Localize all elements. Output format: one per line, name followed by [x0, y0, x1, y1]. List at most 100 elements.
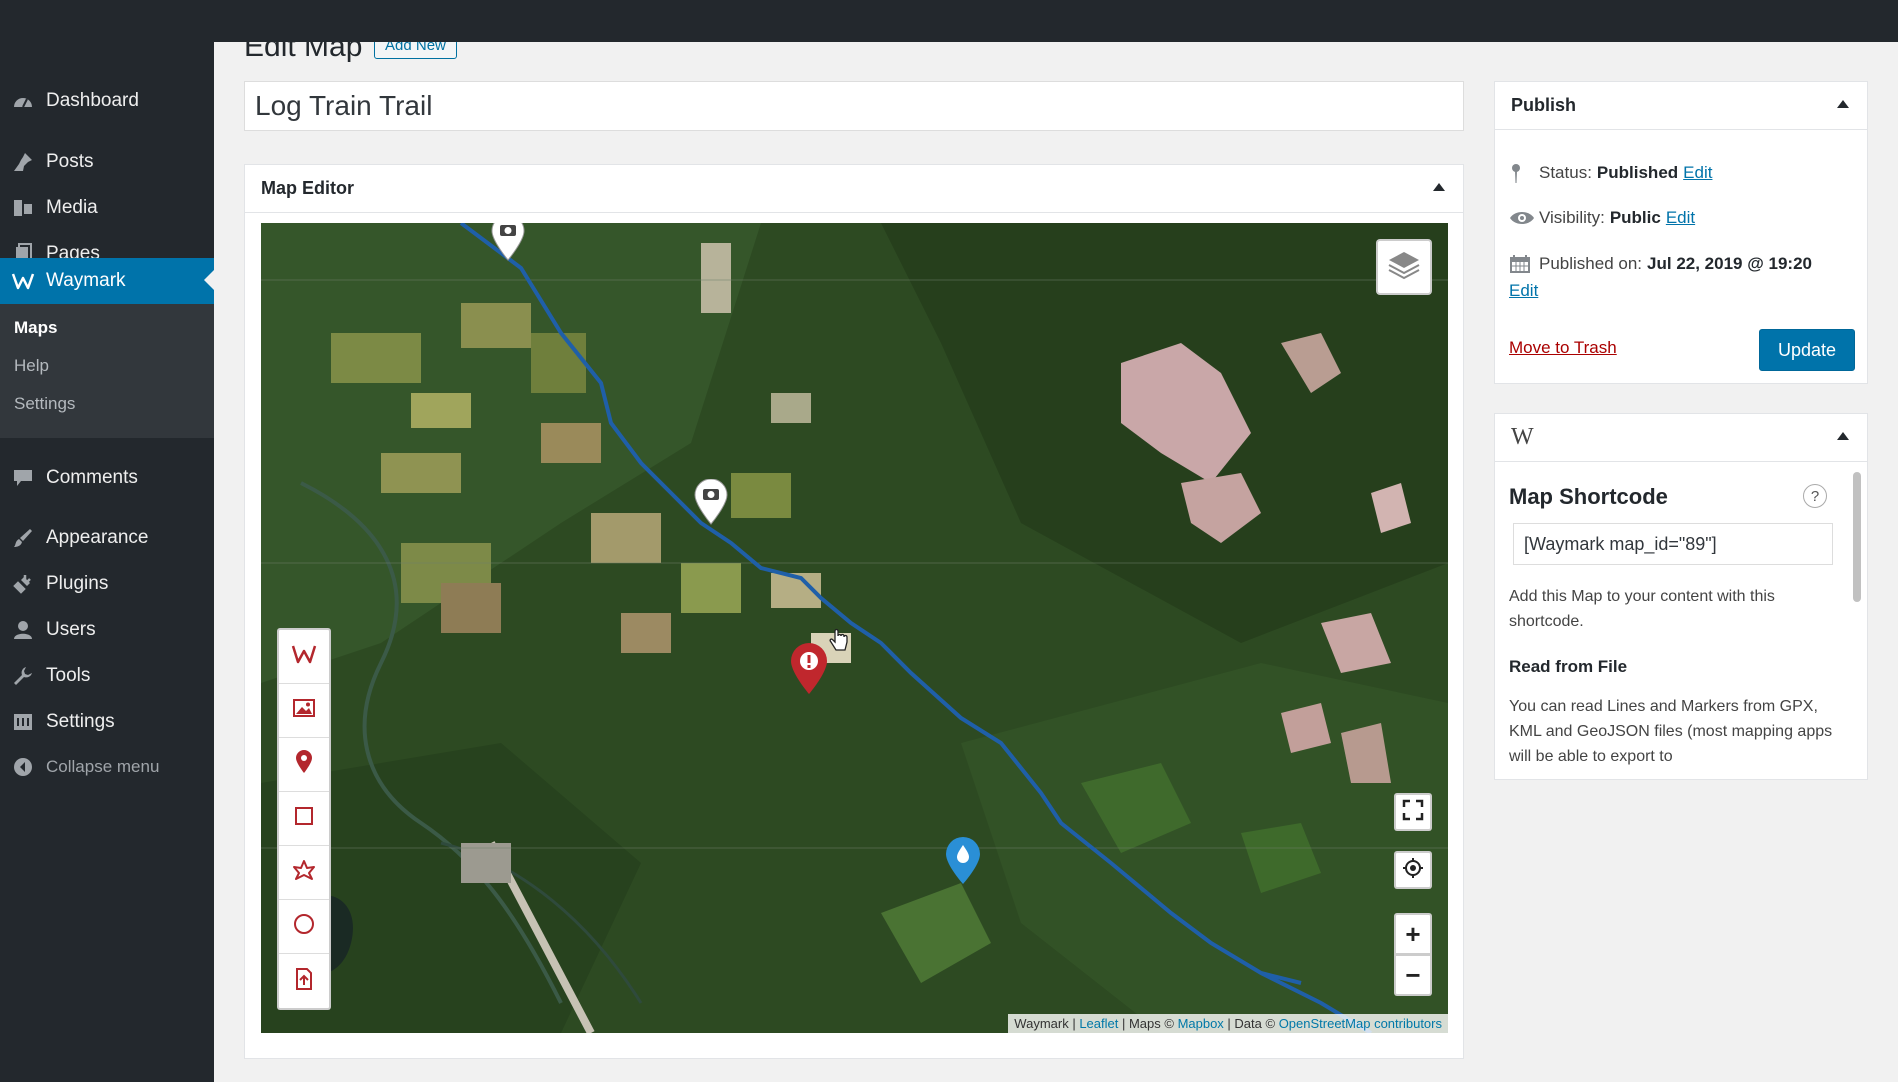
eye-icon	[1509, 210, 1539, 226]
status-label: Status:	[1539, 163, 1592, 182]
collapse-menu-button[interactable]: Collapse menu	[0, 745, 214, 789]
leaflet-link[interactable]: Leaflet	[1079, 1016, 1118, 1031]
publish-header[interactable]: Publish	[1495, 82, 1867, 130]
update-button[interactable]: Update	[1759, 329, 1855, 371]
waymark-logo-button[interactable]	[279, 630, 329, 684]
locate-icon	[1402, 855, 1424, 886]
polygon-icon	[292, 859, 316, 886]
collapse-arrow-icon[interactable]	[1433, 183, 1445, 191]
sidebar-item-waymark[interactable]: Waymark	[0, 258, 214, 304]
help-icon[interactable]: ?	[1803, 484, 1827, 508]
shortcode-header[interactable]: W	[1495, 414, 1867, 462]
sidebar-item-posts[interactable]: Posts	[0, 140, 214, 184]
settings-icon	[0, 712, 46, 732]
fullscreen-button[interactable]	[1394, 793, 1432, 831]
status-row: Status: Published Edit	[1509, 162, 1712, 184]
sidebar-item-label: Media	[46, 197, 98, 218]
sidebar-item-plugins[interactable]: Plugins	[0, 562, 214, 606]
sidebar-item-label: Plugins	[46, 573, 109, 594]
sidebar-item-label: Posts	[46, 151, 94, 172]
locate-button[interactable]	[1394, 851, 1432, 889]
map-attribution: Waymark | Leaflet | Maps © Mapbox | Data…	[1008, 1014, 1448, 1033]
sidebar-item-users[interactable]: Users	[0, 608, 214, 652]
read-from-file-title: Read from File	[1509, 657, 1628, 676]
publish-box: Publish Status: Published Edit Visibilit…	[1494, 81, 1868, 384]
zoom-in-button[interactable]: +	[1394, 913, 1432, 955]
zoom-out-button[interactable]: −	[1394, 954, 1432, 996]
attribution-separator: |	[1068, 1016, 1080, 1031]
visibility-label: Visibility:	[1539, 208, 1605, 227]
alert-marker[interactable]	[789, 643, 829, 700]
comment-icon	[0, 468, 46, 488]
circle-icon	[292, 912, 316, 941]
page-title: Edit Map	[244, 30, 363, 63]
sidebar-item-label: Tools	[46, 665, 91, 686]
upload-file-button[interactable]	[279, 954, 329, 1008]
photo-marker[interactable]	[490, 223, 526, 266]
brush-icon	[0, 527, 46, 549]
map-editor-box: Map Editor + − Waymark | Leaflet | Maps …	[244, 164, 1464, 1059]
move-to-trash-link[interactable]: Move to Trash	[1509, 338, 1617, 358]
collapse-icon	[0, 756, 46, 778]
edit-date-link[interactable]: Edit	[1509, 281, 1538, 301]
draw-rectangle-button[interactable]	[279, 792, 329, 846]
sidebar-item-tools[interactable]: Tools	[0, 654, 214, 698]
openstreetmap-link[interactable]: OpenStreetMap contributors	[1279, 1016, 1442, 1031]
sidebar-item-settings[interactable]: Settings	[0, 700, 214, 744]
published-value: Jul 22, 2019 @ 19:20	[1647, 254, 1812, 273]
published-on-row: Published on: Jul 22, 2019 @ 19:20	[1509, 254, 1812, 274]
comment-bubble-icon	[184, 10, 204, 33]
photo-marker[interactable]	[693, 478, 729, 530]
collapse-arrow-icon[interactable]	[1837, 432, 1849, 440]
visibility-row: Visibility: Public Edit	[1509, 208, 1695, 228]
image-icon	[292, 697, 316, 724]
add-photo-button[interactable]	[279, 684, 329, 738]
new-label: New	[265, 11, 300, 30]
sidebar-item-media[interactable]: Media	[0, 186, 214, 230]
water-marker[interactable]	[944, 837, 982, 890]
map-title-input[interactable]	[244, 81, 1464, 131]
published-label: Published on:	[1539, 254, 1643, 273]
attribution-data-prefix: | Data ©	[1223, 1016, 1279, 1031]
fullscreen-icon	[1402, 797, 1424, 828]
sidebar-item-label: Comments	[46, 467, 138, 488]
edit-visibility-link[interactable]: Edit	[1666, 208, 1695, 228]
comments-count: 0	[211, 11, 222, 30]
draw-polygon-button[interactable]	[279, 846, 329, 900]
site-name-link[interactable]: WordPress	[42, 0, 174, 42]
shortcode-title: Map Shortcode	[1509, 484, 1668, 509]
pin-icon	[0, 151, 46, 173]
sidebar-item-label: Settings	[46, 711, 115, 732]
hand-cursor-icon	[828, 628, 850, 659]
wordpress-logo-icon[interactable]: W	[0, 0, 42, 42]
map-canvas[interactable]: + − Waymark | Leaflet | Maps © Mapbox | …	[261, 223, 1448, 1033]
scrollbar-thumb[interactable]	[1853, 472, 1861, 602]
comments-link[interactable]: 0	[174, 0, 231, 42]
sidebar-item-label: Collapse menu	[46, 757, 160, 776]
mapbox-link[interactable]: Mapbox	[1178, 1016, 1224, 1031]
collapse-arrow-icon[interactable]	[1837, 100, 1849, 108]
add-new-button[interactable]: Add New	[374, 32, 457, 59]
add-marker-button[interactable]	[279, 738, 329, 792]
svg-text:W: W	[14, 15, 28, 30]
sidebar-item-dashboard[interactable]: Dashboard	[0, 79, 214, 123]
shortcode-input[interactable]	[1513, 523, 1833, 565]
greeting: Howdy, admin	[1739, 11, 1846, 30]
layers-control-button[interactable]	[1376, 239, 1432, 295]
edit-status-link[interactable]: Edit	[1683, 163, 1712, 183]
calendar-icon	[1509, 254, 1539, 274]
avatar	[1856, 9, 1880, 33]
dashboard-icon	[0, 91, 46, 111]
map-editor-header[interactable]: Map Editor	[245, 165, 1463, 213]
submenu-item-maps[interactable]: Maps	[14, 318, 57, 338]
submenu-item-help[interactable]: Help	[14, 356, 49, 376]
sidebar-item-comments[interactable]: Comments	[0, 456, 214, 500]
draw-circle-button[interactable]	[279, 900, 329, 954]
sidebar-item-appearance[interactable]: Appearance	[0, 516, 214, 560]
map-pin-icon	[295, 750, 313, 779]
sidebar-item-label: Users	[46, 619, 96, 640]
submenu-item-settings[interactable]: Settings	[14, 394, 75, 414]
my-account-link[interactable]: Howdy, admin	[1730, 0, 1890, 42]
admin-sidebar: Dashboard Posts Media Pages Waymark Maps…	[0, 42, 214, 1082]
layers-icon	[1387, 250, 1421, 285]
